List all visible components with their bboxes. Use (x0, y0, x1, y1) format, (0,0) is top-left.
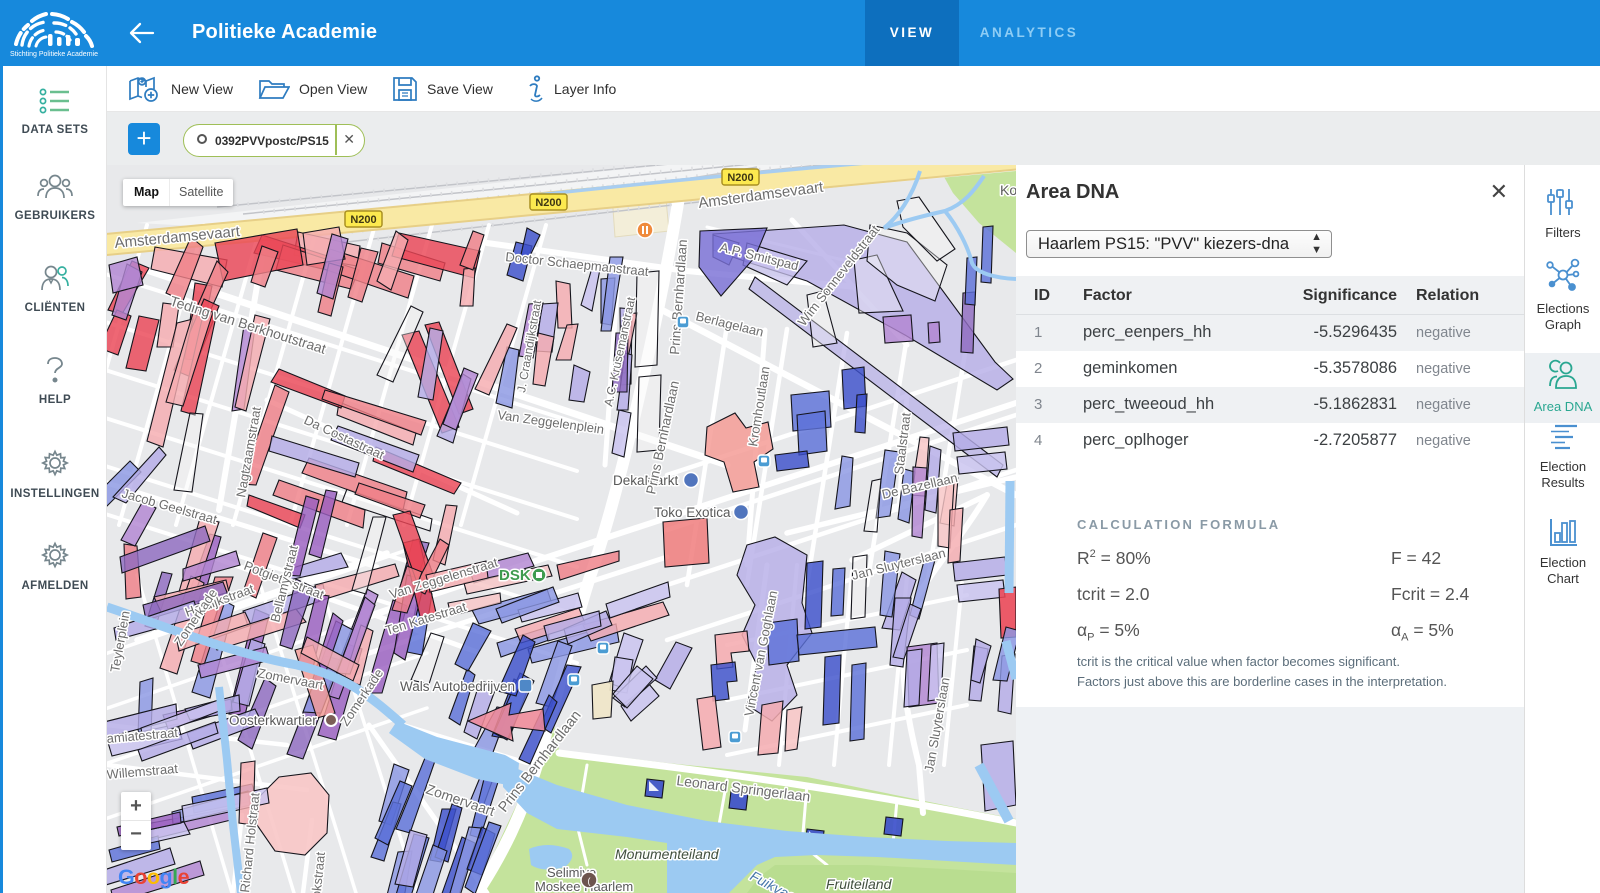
svg-text:Monumenteiland: Monumenteiland (615, 846, 720, 862)
svg-text:N200: N200 (535, 197, 561, 209)
svg-text:Fruiteiland: Fruiteiland (826, 876, 893, 892)
svg-text:Ko: Ko (1000, 182, 1016, 198)
svg-text:N200: N200 (727, 172, 753, 184)
svg-text:Toko Exotica: Toko Exotica (654, 505, 731, 520)
svg-text:DSK: DSK (499, 567, 531, 584)
svg-text:Oosterkwartier: Oosterkwartier (229, 713, 317, 728)
svg-text:(: ( (588, 876, 591, 886)
svg-text:Wals Autobedrijven: Wals Autobedrijven (400, 679, 515, 694)
svg-text:N200: N200 (350, 214, 376, 226)
svg-text:Stichting Politieke Academie: Stichting Politieke Academie (10, 51, 98, 58)
